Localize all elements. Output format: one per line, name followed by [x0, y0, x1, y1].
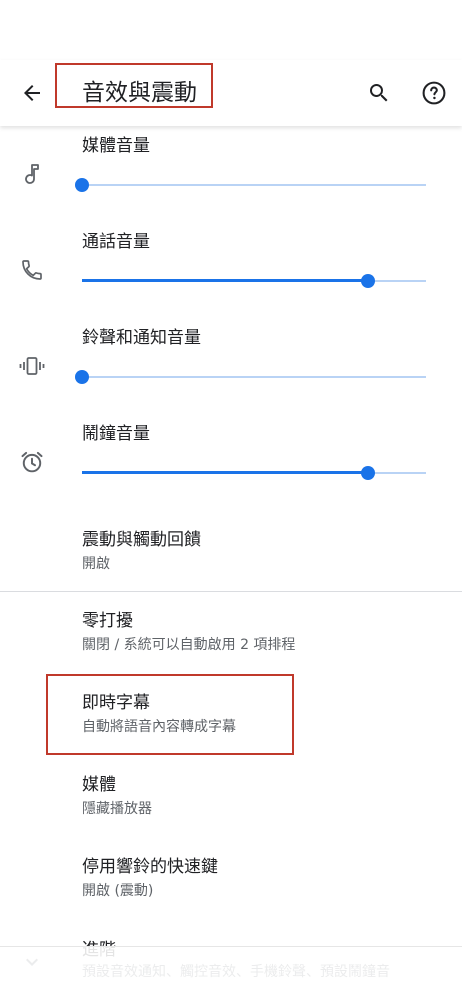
status-bar — [0, 0, 462, 60]
live-caption-summary: 自動將語音內容轉成字幕 — [82, 719, 236, 735]
media-title: 媒體 — [82, 775, 116, 795]
chevron-down-icon — [16, 946, 48, 978]
vibrate-icon — [16, 350, 48, 382]
slider-track — [82, 376, 426, 378]
media-item[interactable]: 媒體 隱藏播放器 — [0, 773, 462, 825]
prevent-ringing-shortcut-item[interactable]: 停用響鈴的快速鍵 開啟 (震動) — [0, 855, 462, 907]
slider-thumb[interactable] — [360, 466, 375, 480]
media-summary: 隱藏播放器 — [82, 801, 152, 817]
music-note-icon — [16, 158, 48, 190]
call-volume-row: 通話音量 — [0, 228, 462, 324]
do-not-disturb-title: 零打擾 — [82, 611, 133, 631]
alarm-volume-row: 鬧鐘音量 — [0, 420, 462, 516]
app-bar: 音效與震動 — [0, 60, 462, 126]
slider-track — [82, 184, 426, 186]
ring-notification-volume-label: 鈴聲和通知音量 — [82, 328, 201, 348]
advanced-item[interactable]: 進階 預設音效通知、觸控音效、手機鈴聲、預設鬧鐘音 — [0, 930, 462, 1000]
slider-fill — [82, 471, 368, 474]
vibration-haptics-item[interactable]: 震動與觸動回饋 開啟 — [0, 528, 462, 580]
prevent-ringing-shortcut-title: 停用響鈴的快速鍵 — [82, 857, 218, 877]
sound-vibration-settings-screen: 音效與震動 媒體音量 通話音量 鈴聲和通知音量 鬧鐘音量 震動與觸動回饋 開啟 … — [0, 0, 462, 1000]
vibration-haptics-title: 震動與觸動回饋 — [82, 530, 201, 550]
ring-notification-volume-row: 鈴聲和通知音量 — [0, 324, 462, 420]
search-icon — [370, 84, 388, 102]
media-volume-label: 媒體音量 — [82, 136, 150, 156]
do-not-disturb-summary: 關閉 / 系統可以自動啟用 2 項排程 — [82, 637, 296, 653]
call-volume-label: 通話音量 — [82, 232, 150, 252]
alarm-volume-label: 鬧鐘音量 — [82, 424, 150, 444]
slider-thumb[interactable] — [75, 370, 89, 384]
slider-fill — [82, 279, 368, 282]
page-title: 音效與震動 — [82, 80, 197, 106]
search-button[interactable] — [359, 73, 399, 113]
advanced-title: 進階 — [82, 940, 116, 960]
media-volume-slider[interactable] — [75, 177, 426, 193]
call-volume-slider[interactable] — [82, 273, 426, 289]
help-button[interactable] — [414, 73, 454, 113]
slider-thumb[interactable] — [360, 274, 375, 288]
media-volume-row: 媒體音量 — [0, 132, 462, 228]
slider-thumb[interactable] — [75, 178, 89, 192]
ring-notification-volume-slider[interactable] — [75, 369, 426, 385]
section-divider — [0, 591, 462, 592]
advanced-summary: 預設音效通知、觸控音效、手機鈴聲、預設鬧鐘音 — [82, 964, 390, 980]
alarm-icon — [16, 446, 48, 478]
help-circle-icon — [422, 81, 446, 105]
alarm-volume-slider[interactable] — [82, 465, 426, 481]
prevent-ringing-shortcut-summary: 開啟 (震動) — [82, 883, 154, 899]
phone-icon — [16, 254, 48, 286]
back-button[interactable] — [12, 73, 52, 113]
do-not-disturb-item[interactable]: 零打擾 關閉 / 系統可以自動啟用 2 項排程 — [0, 609, 462, 661]
live-caption-title: 即時字幕 — [82, 693, 150, 713]
arrow-back-icon — [24, 85, 40, 101]
vibration-haptics-summary: 開啟 — [82, 556, 110, 572]
live-caption-item[interactable]: 即時字幕 自動將語音內容轉成字幕 — [0, 691, 462, 743]
